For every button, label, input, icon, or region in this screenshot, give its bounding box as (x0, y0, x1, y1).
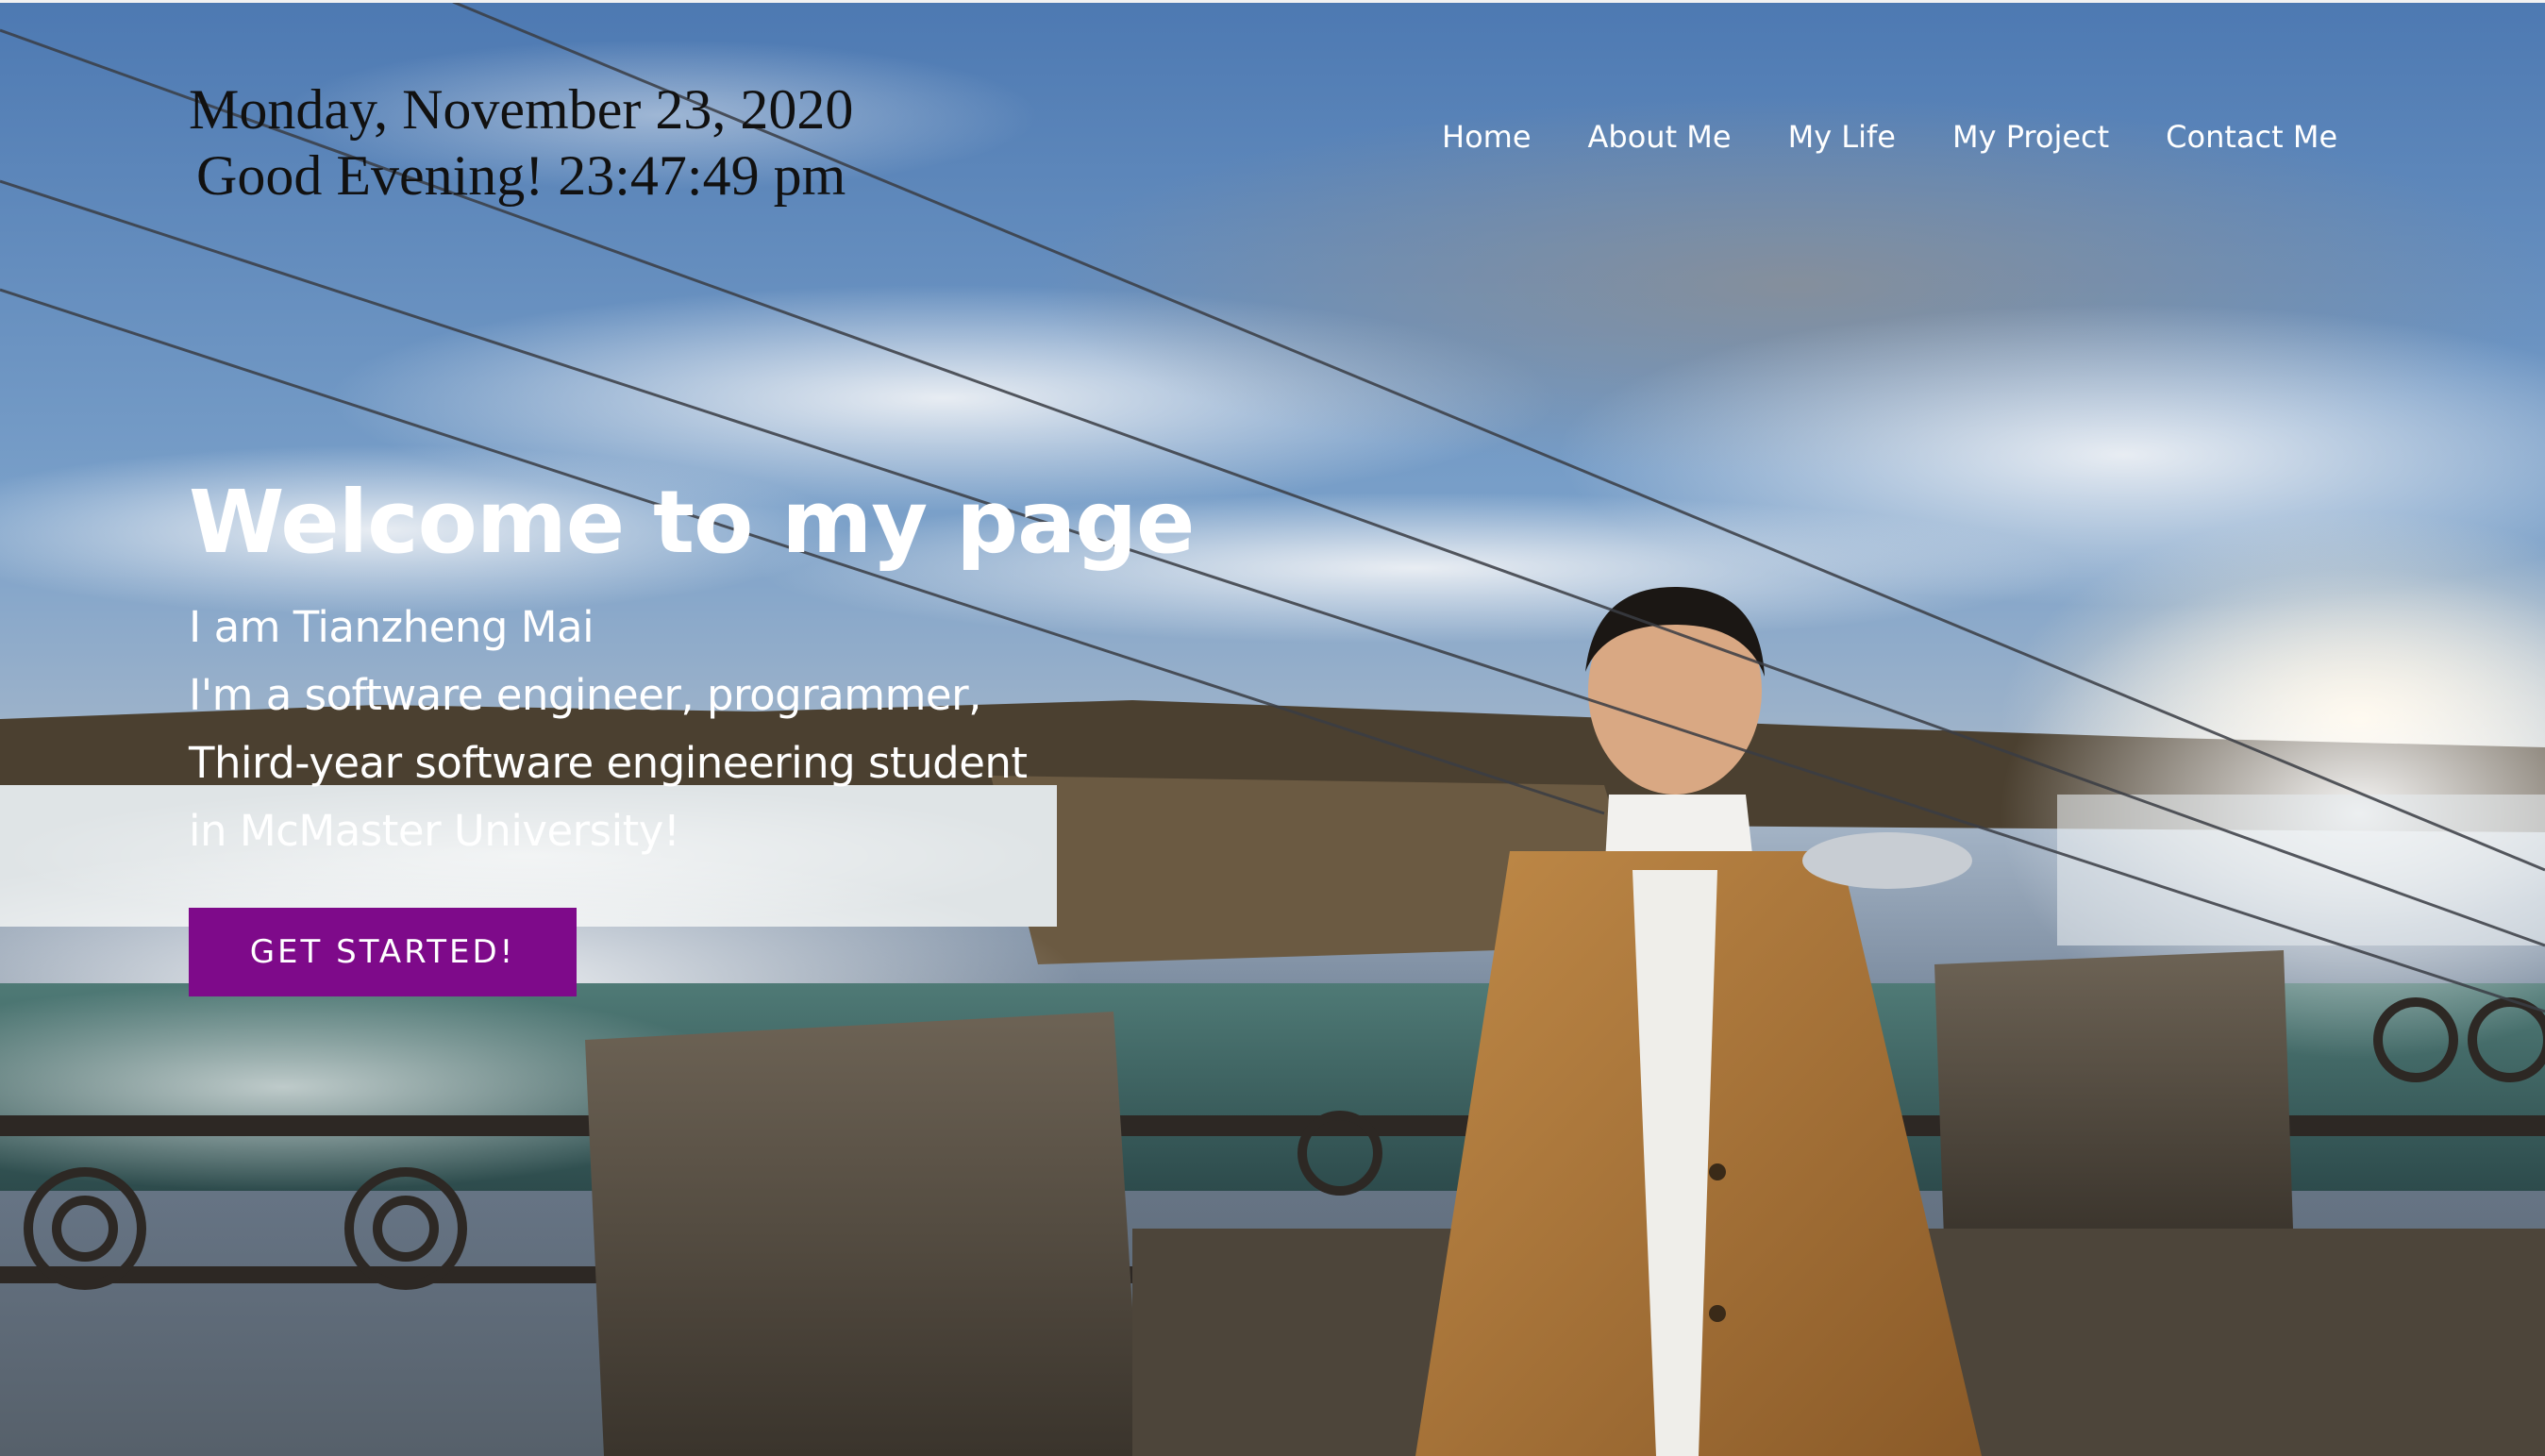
hero-intro-name: I am Tianzheng Mai (189, 602, 594, 652)
page: Monday, November 23, 2020 Good Evening! … (0, 0, 2545, 1456)
hero-intro-student: Third-year software engineering student (189, 738, 1028, 788)
clock-greeting: Good Evening! 23:47:49 pm (196, 144, 846, 207)
nav-my-life[interactable]: My Life (1788, 119, 1896, 155)
hero-intro-university: in McMaster University! (189, 806, 680, 856)
nav-about-me[interactable]: About Me (1588, 119, 1732, 155)
clock-date: Monday, November 23, 2020 (189, 78, 854, 141)
top-strip (0, 0, 2545, 3)
main-nav: Home About Me My Life My Project Contact… (1442, 119, 2337, 155)
nav-my-project[interactable]: My Project (1952, 119, 2109, 155)
hero-background-image (0, 2, 2545, 1456)
nav-contact-me[interactable]: Contact Me (2166, 119, 2337, 155)
hero-intro-role: I'm a software engineer, programmer, (189, 670, 981, 720)
get-started-button[interactable]: GET STARTED! (189, 908, 577, 996)
nav-home[interactable]: Home (1442, 119, 1532, 155)
hero-title: Welcome to my page (189, 472, 1195, 573)
